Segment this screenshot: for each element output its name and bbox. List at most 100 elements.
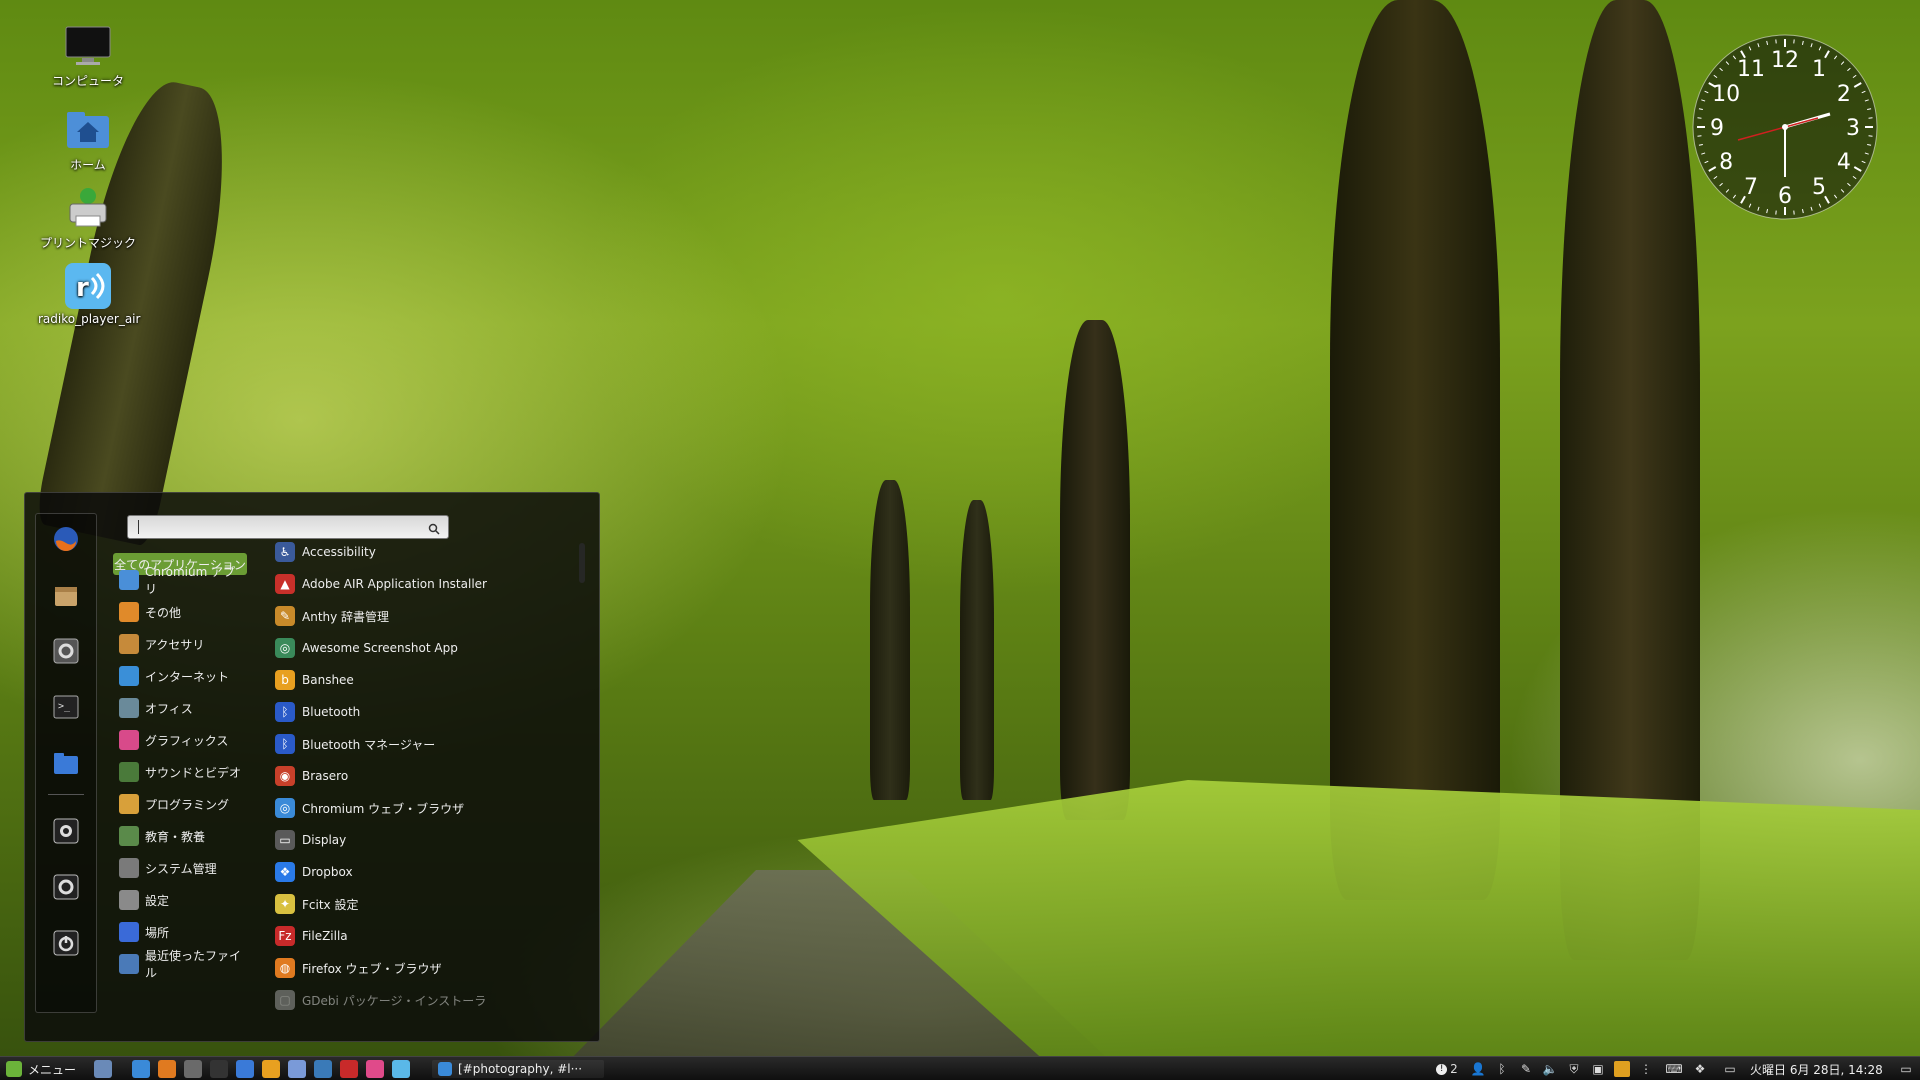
keyboard-icon[interactable]: ⌨ [1665, 1061, 1682, 1077]
application-label: Bluetooth マネージャー [302, 737, 436, 752]
category-item[interactable]: オフィス [113, 695, 247, 721]
category-item[interactable]: アクセサリ [113, 631, 247, 657]
clock-datetime[interactable]: 火曜日 6月 28日, 14:28 [1750, 1060, 1883, 1078]
volume-icon[interactable]: 🔈 [1542, 1061, 1558, 1077]
menu-button[interactable]: メニュー [6, 1060, 76, 1078]
favorite-software-manager[interactable] [51, 582, 81, 612]
category-label: サウンドとビデオ [145, 765, 242, 780]
terminal-icon[interactable] [210, 1060, 228, 1078]
application-item[interactable]: ᛒ Bluetooth [275, 699, 575, 725]
application-label: Brasero [302, 769, 349, 783]
clock-numeral: 12 [1771, 48, 1799, 73]
application-label: Bluetooth [302, 705, 361, 719]
bluetooth-icon[interactable]: ᛒ [1494, 1061, 1510, 1077]
application-item[interactable]: ◍ Firefox ウェブ・ブラウザ [275, 955, 575, 981]
application-item[interactable]: ▭ Display [275, 827, 575, 853]
category-item[interactable]: Chromium アプリ [113, 565, 247, 596]
category-item[interactable]: 場所 [113, 919, 247, 945]
desktop-icon-printmagic[interactable]: プリントマジック [38, 184, 138, 251]
favorite-lock-screen[interactable] [51, 818, 81, 848]
show-desktop-icon[interactable] [94, 1060, 112, 1078]
pen-icon[interactable]: ✎ [1518, 1061, 1534, 1077]
category-item[interactable]: グラフィックス [113, 727, 247, 753]
category-label: インターネット [145, 669, 230, 684]
application-item[interactable]: ▢ GDebi パッケージ・インストーラ [275, 987, 575, 1013]
category-item[interactable]: 教育・教養 [113, 823, 247, 849]
mint-logo-icon [6, 1061, 22, 1077]
application-item[interactable]: ❖ Dropbox [275, 859, 575, 885]
menu-button-label: メニュー [28, 1062, 77, 1077]
category-icon [119, 570, 139, 590]
printer-icon [64, 184, 112, 232]
filezilla-icon[interactable] [340, 1060, 358, 1078]
application-item[interactable]: ✎ Anthy 辞書管理 [275, 603, 575, 629]
notification-indicator[interactable]: ! 2 [1432, 1061, 1462, 1077]
category-item[interactable]: インターネット [113, 663, 247, 689]
desktop-icon-computer[interactable]: コンピュータ [38, 22, 138, 89]
category-item[interactable]: 設定 [113, 887, 247, 913]
category-item[interactable]: システム管理 [113, 855, 247, 881]
application-item[interactable]: ✦ Fcitx 設定 [275, 891, 575, 917]
category-label: アクセサリ [145, 637, 205, 652]
mail-icon[interactable] [1614, 1061, 1630, 1077]
category-item[interactable]: 最近使ったファイル [113, 949, 247, 980]
favorite-files[interactable] [51, 750, 81, 780]
category-icon [119, 634, 139, 654]
thunderbird-icon[interactable] [314, 1060, 332, 1078]
desktop-icon-radiko[interactable]: r radiko_player_air [38, 262, 140, 326]
clock-numeral: 11 [1737, 57, 1765, 82]
category-item[interactable]: その他 [113, 599, 247, 625]
category-icon [119, 954, 139, 974]
favorite-terminal[interactable]: >_ [51, 694, 81, 724]
application-item[interactable]: ᛒ Bluetooth マネージャー [275, 731, 575, 757]
application-list-scrollbar[interactable] [579, 543, 585, 583]
favorites-panel: >_ [35, 513, 97, 1013]
clock-numeral: 4 [1837, 150, 1851, 175]
shield-icon[interactable]: ⛨ [1566, 1061, 1582, 1077]
application-item[interactable]: ◎ Awesome Screenshot App [275, 635, 575, 661]
files-icon[interactable] [236, 1060, 254, 1078]
application-label: Awesome Screenshot App [302, 641, 458, 655]
search-input[interactable] [142, 518, 426, 536]
favorite-firefox[interactable] [51, 526, 81, 556]
application-item[interactable]: ▲ Adobe AIR Application Installer [275, 571, 575, 597]
application-label: GDebi パッケージ・インストーラ [302, 993, 487, 1008]
category-item[interactable]: サウンドとビデオ [113, 759, 247, 785]
application-item[interactable]: ♿ Accessibility [275, 539, 575, 565]
system-monitor-icon[interactable] [184, 1060, 202, 1078]
application-item[interactable]: Fz FileZilla [275, 923, 575, 949]
category-item[interactable]: プログラミング [113, 791, 247, 817]
application-item[interactable]: ◎ Chromium ウェブ・ブラウザ [275, 795, 575, 821]
chromium-icon[interactable] [132, 1060, 150, 1078]
svg-text:r: r [76, 273, 89, 303]
category-icon [119, 858, 139, 878]
user-icon[interactable]: 👤 [1470, 1061, 1486, 1077]
shotwell-icon[interactable] [392, 1060, 410, 1078]
clock-numeral: 7 [1744, 175, 1758, 200]
category-label: グラフィックス [145, 733, 229, 748]
update-manager-icon[interactable]: ▣ [1590, 1061, 1606, 1077]
chat-window-icon [438, 1062, 452, 1076]
application-item[interactable]: ◉ Brasero [275, 763, 575, 789]
application-item[interactable]: b Banshee [275, 667, 575, 693]
banshee-icon[interactable] [262, 1060, 280, 1078]
network-icon[interactable]: ⋮ [1638, 1061, 1654, 1077]
favorite-system-settings[interactable] [51, 638, 81, 668]
pidgin-icon[interactable] [288, 1060, 306, 1078]
clock-numeral: 6 [1778, 184, 1792, 209]
favorite-logout[interactable] [51, 874, 81, 904]
logout-icon [52, 873, 80, 905]
dropbox-icon[interactable]: ❖ [1692, 1061, 1708, 1077]
application-label: Banshee [302, 673, 354, 687]
application-icon: ◍ [275, 958, 295, 978]
window-button-hexchat[interactable]: [#photography, #l··· [432, 1060, 604, 1078]
clock-numeral: 8 [1719, 150, 1733, 175]
favorite-shutdown[interactable] [51, 930, 81, 960]
battery-icon[interactable]: ▭ [1722, 1061, 1738, 1077]
firefox-icon[interactable] [158, 1060, 176, 1078]
menu-search-box[interactable] [127, 515, 449, 539]
show-desktop-icon[interactable]: ▭ [1898, 1061, 1914, 1077]
favorites-divider [48, 794, 84, 795]
gimp-icon[interactable] [366, 1060, 384, 1078]
desktop-icon-home[interactable]: ホーム [38, 106, 138, 173]
